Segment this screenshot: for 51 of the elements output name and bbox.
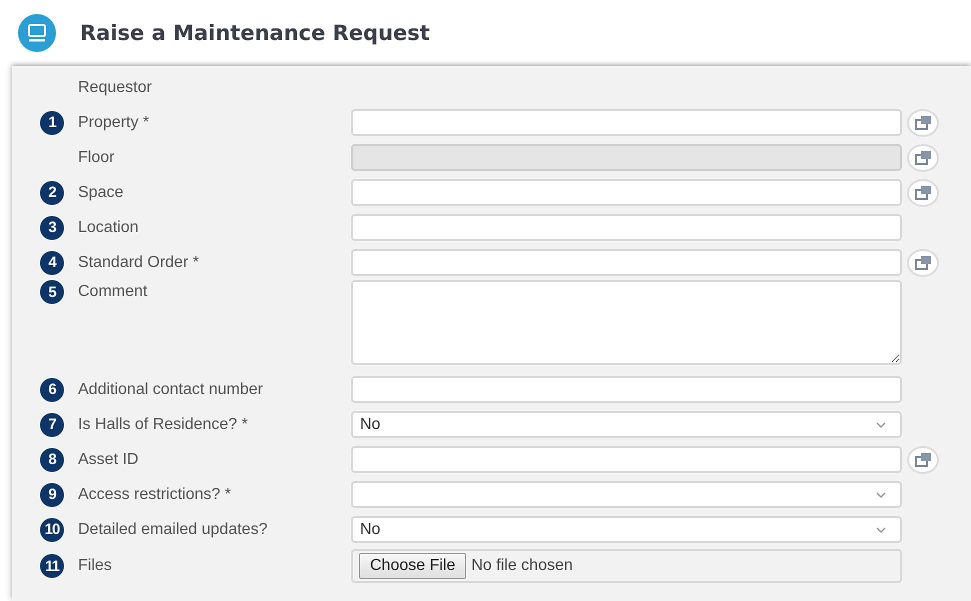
window-icon: [915, 452, 931, 466]
text-field[interactable]: [351, 249, 902, 276]
field-label: Comment: [77, 283, 148, 301]
text-field[interactable]: [351, 214, 902, 241]
file-status: No file chosen: [471, 557, 573, 575]
page-title: Raise a Maintenance Request: [80, 21, 430, 45]
lookup-button[interactable]: [907, 248, 939, 276]
window-icon: [915, 186, 931, 200]
window-icon: [915, 150, 931, 164]
window-icon: [915, 256, 931, 270]
text-field[interactable]: [351, 179, 902, 206]
step-number: 11: [40, 554, 64, 578]
window-icon: [915, 116, 931, 130]
text-field[interactable]: [351, 376, 902, 403]
chevron-down-icon: [876, 422, 886, 428]
field-label: Files: [77, 557, 113, 575]
comment-field[interactable]: [351, 280, 902, 365]
dropdown[interactable]: No: [351, 411, 902, 438]
field-label: Detailed emailed updates?: [77, 520, 268, 538]
field-label: Asset ID: [77, 450, 140, 468]
lookup-button[interactable]: [907, 446, 939, 474]
step-number: 6: [40, 378, 64, 402]
step-number: 4: [40, 250, 64, 274]
step-number: 8: [40, 448, 64, 472]
chevron-down-icon: [876, 492, 886, 498]
field-label: Space: [77, 184, 124, 202]
dropdown[interactable]: [351, 481, 902, 508]
step-number: 5: [40, 280, 64, 304]
field-label: Property *: [77, 114, 150, 132]
chevron-down-icon: [876, 526, 886, 532]
step-number: 1: [40, 110, 64, 134]
step-number: 2: [40, 180, 64, 204]
text-field[interactable]: [351, 446, 902, 473]
field-label: Is Halls of Residence? *: [77, 416, 249, 434]
field-label: Floor: [77, 148, 116, 166]
field-label: Standard Order *: [77, 254, 200, 272]
step-number: 10: [40, 518, 64, 542]
lookup-button[interactable]: [907, 108, 939, 136]
file-field[interactable]: Choose File No file chosen: [351, 549, 902, 583]
step-number: 9: [40, 482, 64, 506]
step-number: 3: [40, 216, 64, 240]
monitor-icon: [18, 14, 56, 52]
field-label: Access restrictions? *: [77, 486, 232, 504]
choose-file-button[interactable]: Choose File: [359, 553, 466, 579]
field-label: Location: [77, 218, 140, 236]
lookup-button[interactable]: [907, 178, 939, 206]
text-field[interactable]: [351, 109, 902, 136]
field-label: Requestor: [77, 78, 153, 96]
dropdown[interactable]: No: [351, 516, 902, 543]
step-number: 7: [40, 412, 64, 436]
field-label: Additional contact number: [77, 380, 264, 398]
